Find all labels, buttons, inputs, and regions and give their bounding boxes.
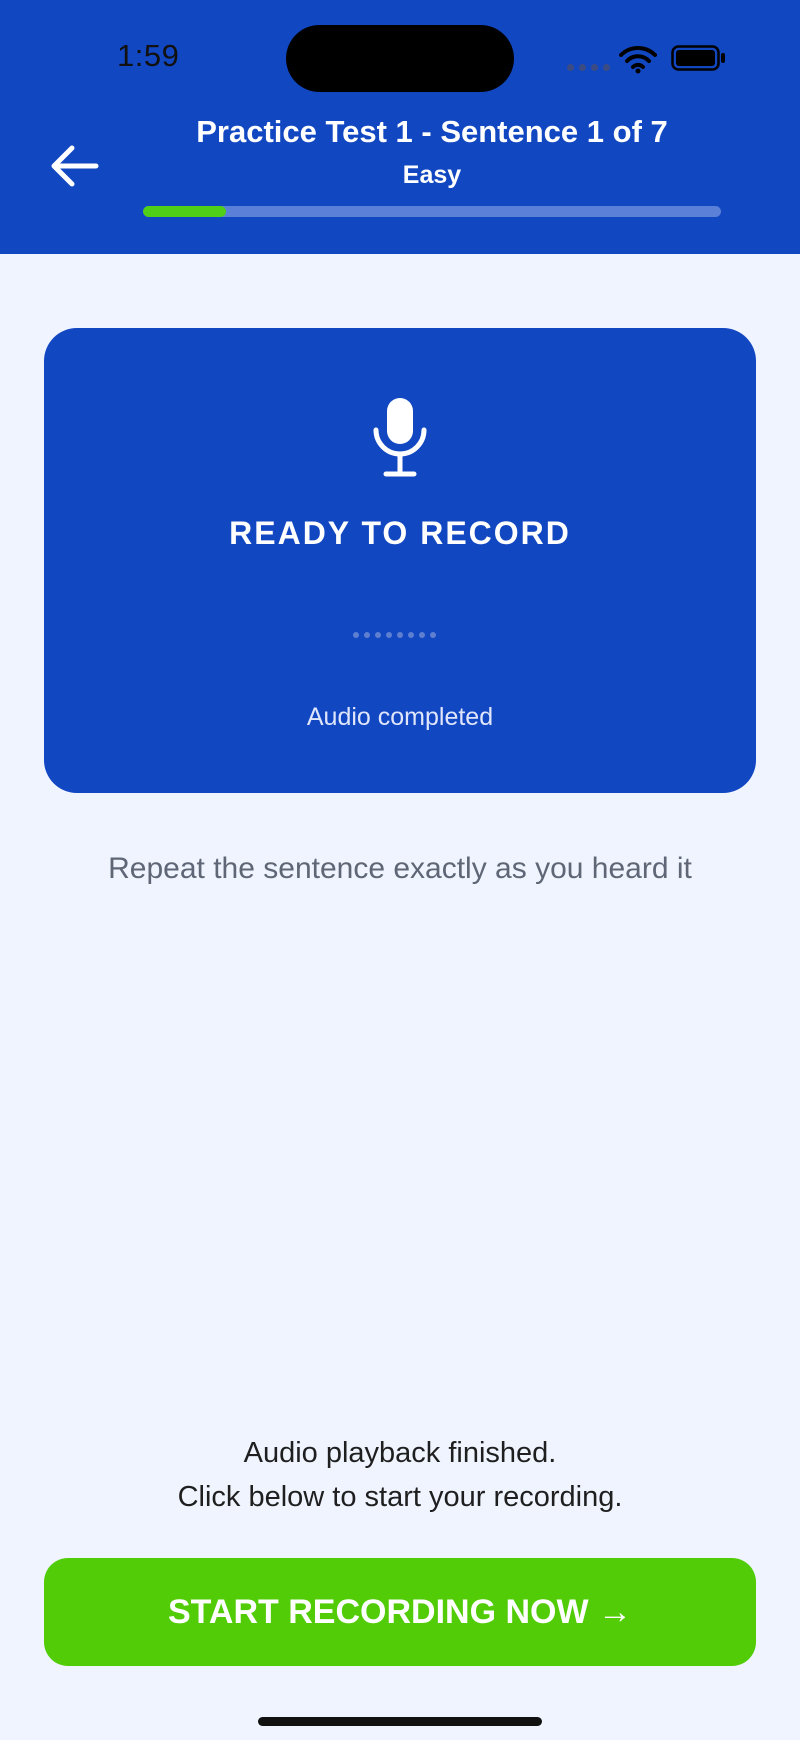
playback-finished-line2: Click below to start your recording. (177, 1481, 623, 1513)
audio-status-text: Audio completed (306, 703, 494, 731)
status-time: 1:59 (117, 38, 180, 73)
wifi-icon (619, 45, 657, 74)
dynamic-island (286, 25, 514, 92)
start-recording-button[interactable]: START RECORDING NOW → (44, 1558, 756, 1666)
microphone-icon (373, 398, 427, 477)
cellular-signal-icon (567, 64, 610, 71)
record-status-title: READY TO RECORD (229, 515, 571, 551)
difficulty-label: Easy (402, 161, 462, 189)
record-status-card: READY TO RECORD Audio completed (44, 328, 756, 793)
instruction-text: Repeat the sentence exactly as you heard… (108, 852, 692, 885)
home-indicator (258, 1717, 542, 1726)
audio-level-indicator (353, 632, 436, 638)
playback-finished-line1: Audio playback finished. (243, 1437, 557, 1469)
progress-bar (143, 206, 721, 217)
playback-finished-message: Audio playback finished. Click below to … (0, 1431, 800, 1519)
header-bar: 1:59 Practice Test 1 - Sentence 1 of 7 E… (0, 0, 800, 254)
battery-icon (671, 45, 725, 71)
page-title: Practice Test 1 - Sentence 1 of 7 (196, 114, 668, 149)
progress-bar-fill (143, 206, 226, 217)
